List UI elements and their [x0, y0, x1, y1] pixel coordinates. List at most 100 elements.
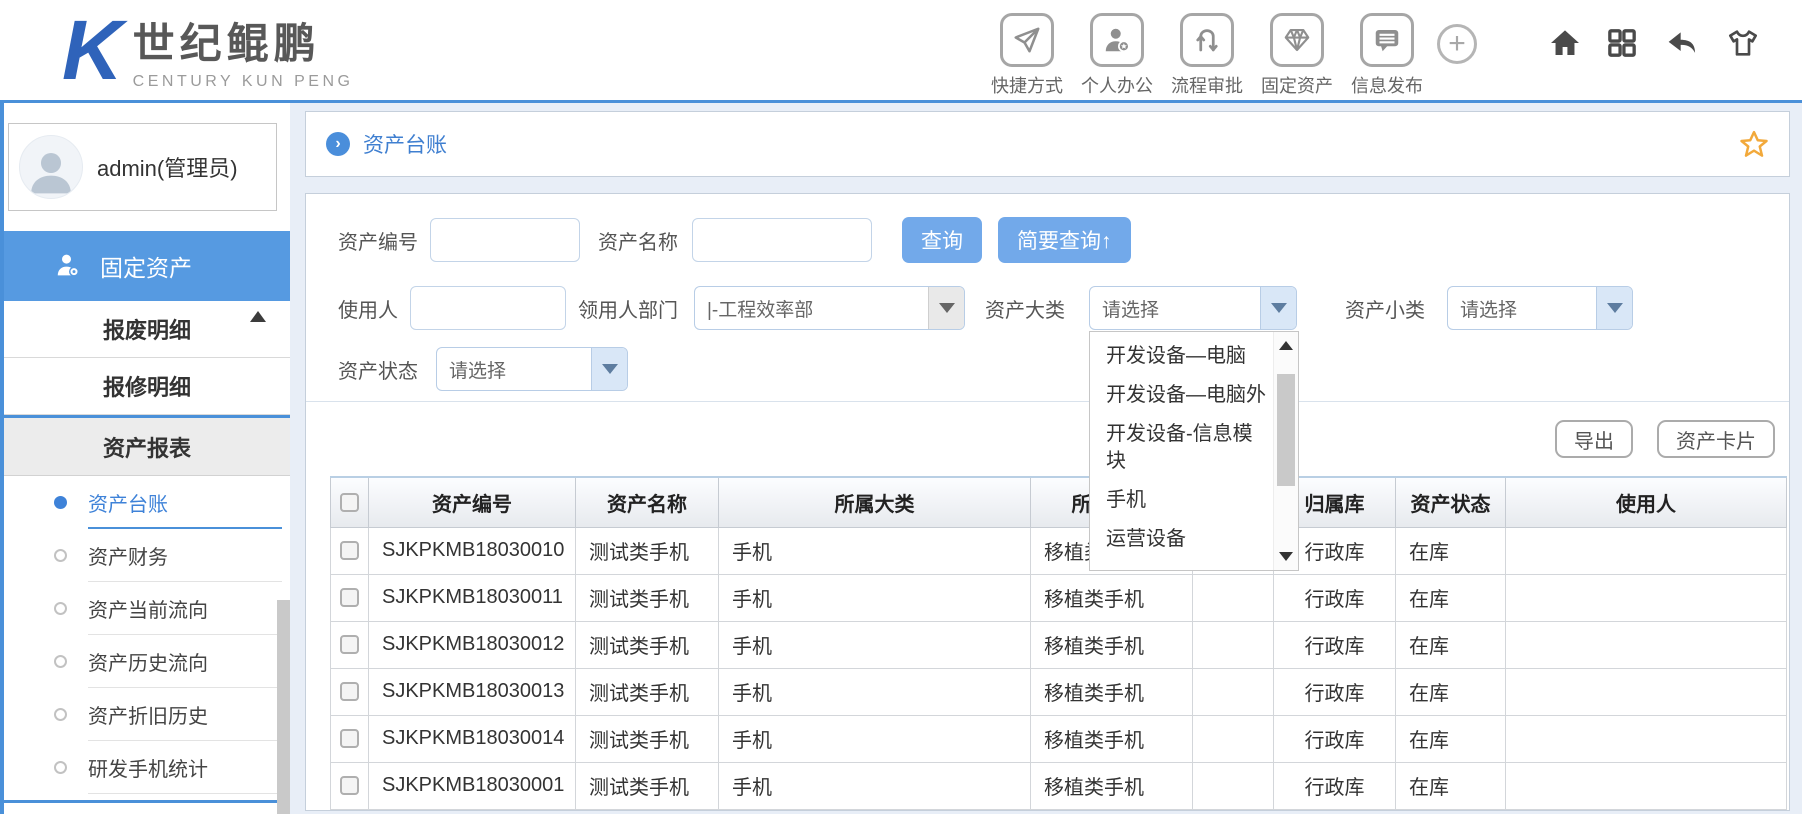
filter-form: 资产编号 资产名称 查询 简要查询↑ 使用人 领用人部门 |-工程效率部 资产大… — [306, 194, 1789, 402]
favorite-star-icon[interactable] — [1739, 129, 1769, 159]
row-checkbox[interactable] — [340, 541, 359, 560]
row-checkbox[interactable] — [340, 635, 359, 654]
row-checkbox[interactable] — [340, 682, 359, 701]
user-input[interactable] — [410, 286, 566, 330]
cell-minor-category: 移植类手机 — [1031, 668, 1193, 715]
chevron-down-icon[interactable] — [591, 348, 627, 390]
sidebar-report-item[interactable]: 资产当前流向 — [4, 582, 290, 635]
chevron-down-icon[interactable] — [1596, 287, 1632, 329]
radio-bullet-icon — [54, 708, 67, 721]
cell-major-category: 手机 — [719, 668, 1031, 715]
department-select[interactable]: |-工程效率部 — [694, 286, 965, 330]
cell-asset-status: 在库 — [1396, 574, 1506, 621]
table-body: SJKPKMB18030010 测试类手机 手机 移植类手机 行政库 在库 — [331, 527, 1787, 809]
sidebar-report-item[interactable]: 资产折旧历史 — [4, 688, 290, 741]
category-options: 开发设备—电脑 开发设备—电脑外 开发设备-信息模块 手机 运营设备 — [1090, 332, 1272, 570]
cell-user — [1506, 527, 1787, 574]
scrollbar-thumb[interactable] — [1277, 374, 1295, 486]
cell-asset-name: 测试类手机 — [576, 574, 719, 621]
row-checkbox[interactable] — [340, 776, 359, 795]
grid-apps-icon[interactable] — [1606, 27, 1638, 59]
department-label: 领用人部门 — [578, 294, 678, 323]
asset-code-input[interactable] — [430, 218, 580, 262]
sidebar-item-repair-detail[interactable]: 报修明细 — [4, 358, 290, 415]
report-item-label: 资产台账 — [88, 488, 168, 517]
back-undo-icon[interactable] — [1662, 27, 1702, 59]
sidebar-scrollbar[interactable] — [277, 600, 290, 814]
report-item-label: 资产折旧历史 — [88, 700, 208, 729]
nav-label: 个人办公 — [1081, 72, 1153, 98]
scroll-up-arrow-icon[interactable] — [250, 311, 266, 322]
sidebar-item-label: 报废明细 — [103, 313, 191, 345]
category-select[interactable]: 请选择 开发设备—电脑 开发设备—电脑外 开发设备- — [1089, 286, 1297, 330]
t-shirt-icon[interactable] — [1726, 27, 1760, 59]
sidebar-section-fixed-assets[interactable]: 固定资产 — [4, 231, 290, 301]
table-row[interactable]: SJKPKMB18030013 测试类手机 手机 移植类手机 行政库 在库 — [331, 668, 1787, 715]
send-arrow-icon — [1000, 13, 1054, 67]
table-row[interactable]: SJKPKMB18030001 测试类手机 手机 移植类手机 行政库 在库 — [331, 762, 1787, 809]
sidebar-group-asset-reports[interactable]: 资产报表 — [4, 418, 290, 476]
sidebar-report-item[interactable]: 资产台账 — [4, 476, 290, 529]
col-asset-name: 资产名称 — [576, 477, 719, 527]
department-select-value: |-工程效率部 — [695, 295, 928, 322]
export-button[interactable]: 导出 — [1555, 420, 1633, 458]
cell-minor-category: 移植类手机 — [1031, 715, 1193, 762]
sidebar-report-item[interactable]: 研发手机统计 — [4, 741, 290, 794]
sidebar-report-item[interactable]: 资产历史流向 — [4, 635, 290, 688]
table-row[interactable]: SJKPKMB18030011 测试类手机 手机 移植类手机 行政库 在库 — [331, 574, 1787, 621]
select-all-checkbox[interactable] — [340, 493, 359, 512]
radio-bullet-icon — [54, 602, 67, 615]
category-label: 资产大类 — [985, 294, 1065, 323]
table-row[interactable]: SJKPKMB18030010 测试类手机 手机 移植类手机 行政库 在库 — [331, 527, 1787, 574]
radio-bullet-icon — [54, 496, 67, 509]
asset-card-button[interactable]: 资产卡片 — [1657, 420, 1775, 458]
table-row[interactable]: SJKPKMB18030014 测试类手机 手机 移植类手机 行政库 在库 — [331, 715, 1787, 762]
subcategory-select[interactable]: 请选择 — [1447, 286, 1633, 330]
scroll-down-arrow-icon[interactable] — [1279, 552, 1293, 561]
cell-asset-name: 测试类手机 — [576, 668, 719, 715]
row-checkbox[interactable] — [340, 588, 359, 607]
cell-minor-category: 移植类手机 — [1031, 621, 1193, 668]
add-shortcut-icon[interactable]: + — [1437, 24, 1477, 64]
cell-asset-name: 测试类手机 — [576, 715, 719, 762]
category-option[interactable]: 开发设备-信息模块 — [1106, 421, 1272, 475]
brand-logo: K 世纪鲲鹏 CENTURY KUN PENG — [62, 10, 353, 91]
row-checkbox[interactable] — [340, 729, 359, 748]
cell-asset-status: 在库 — [1396, 762, 1506, 809]
chevron-down-icon[interactable] — [928, 287, 964, 329]
cell-major-category: 手机 — [719, 762, 1031, 809]
content-card: 资产编号 资产名称 查询 简要查询↑ 使用人 领用人部门 |-工程效率部 资产大… — [305, 193, 1790, 811]
category-option[interactable]: 运营设备 — [1106, 526, 1272, 553]
cell-user — [1506, 621, 1787, 668]
user-label: 使用人 — [338, 294, 398, 323]
table-row[interactable]: SJKPKMB18030012 测试类手机 手机 移植类手机 行政库 在库 — [331, 621, 1787, 668]
chat-bubble-icon — [1360, 13, 1414, 67]
cell-hidden — [1193, 762, 1274, 809]
sidebar-item-scrap-detail[interactable]: 报废明细 — [4, 301, 290, 358]
scroll-up-arrow-icon[interactable] — [1279, 341, 1293, 350]
category-dropdown-panel: 开发设备—电脑 开发设备—电脑外 开发设备-信息模块 手机 运营设备 — [1089, 331, 1299, 571]
sidebar-group-label: 资产报表 — [103, 431, 191, 463]
brief-search-button[interactable]: 简要查询↑ — [998, 217, 1131, 263]
nav-item-fixed-assets[interactable]: 固定资产 — [1252, 13, 1342, 98]
cell-user — [1506, 715, 1787, 762]
nav-item-shortcuts[interactable]: 快捷方式 — [982, 13, 1072, 98]
nav-item-workflow-approval[interactable]: 流程审批 — [1162, 13, 1252, 98]
cell-hidden — [1193, 621, 1274, 668]
nav-item-personal-office[interactable]: 个人办公 — [1072, 13, 1162, 98]
category-option[interactable]: 手机 — [1106, 487, 1272, 514]
home-icon[interactable] — [1548, 27, 1582, 59]
nav-item-info-publish[interactable]: 信息发布 — [1342, 13, 1432, 98]
chevron-down-icon[interactable] — [1260, 287, 1296, 329]
table-actions: 导出 资产卡片 — [306, 402, 1789, 476]
status-select[interactable]: 请选择 — [436, 347, 628, 391]
cell-owning-library: 行政库 — [1274, 574, 1396, 621]
dropdown-scrollbar[interactable] — [1273, 332, 1298, 570]
asset-name-input[interactable] — [692, 218, 872, 262]
category-option[interactable]: 开发设备—电脑 — [1106, 343, 1272, 370]
search-button[interactable]: 查询 — [902, 217, 982, 263]
cell-asset-name: 测试类手机 — [576, 527, 719, 574]
sidebar-report-item[interactable]: 资产财务 — [4, 529, 290, 582]
category-option[interactable]: 开发设备—电脑外 — [1106, 382, 1272, 409]
cell-asset-status: 在库 — [1396, 715, 1506, 762]
